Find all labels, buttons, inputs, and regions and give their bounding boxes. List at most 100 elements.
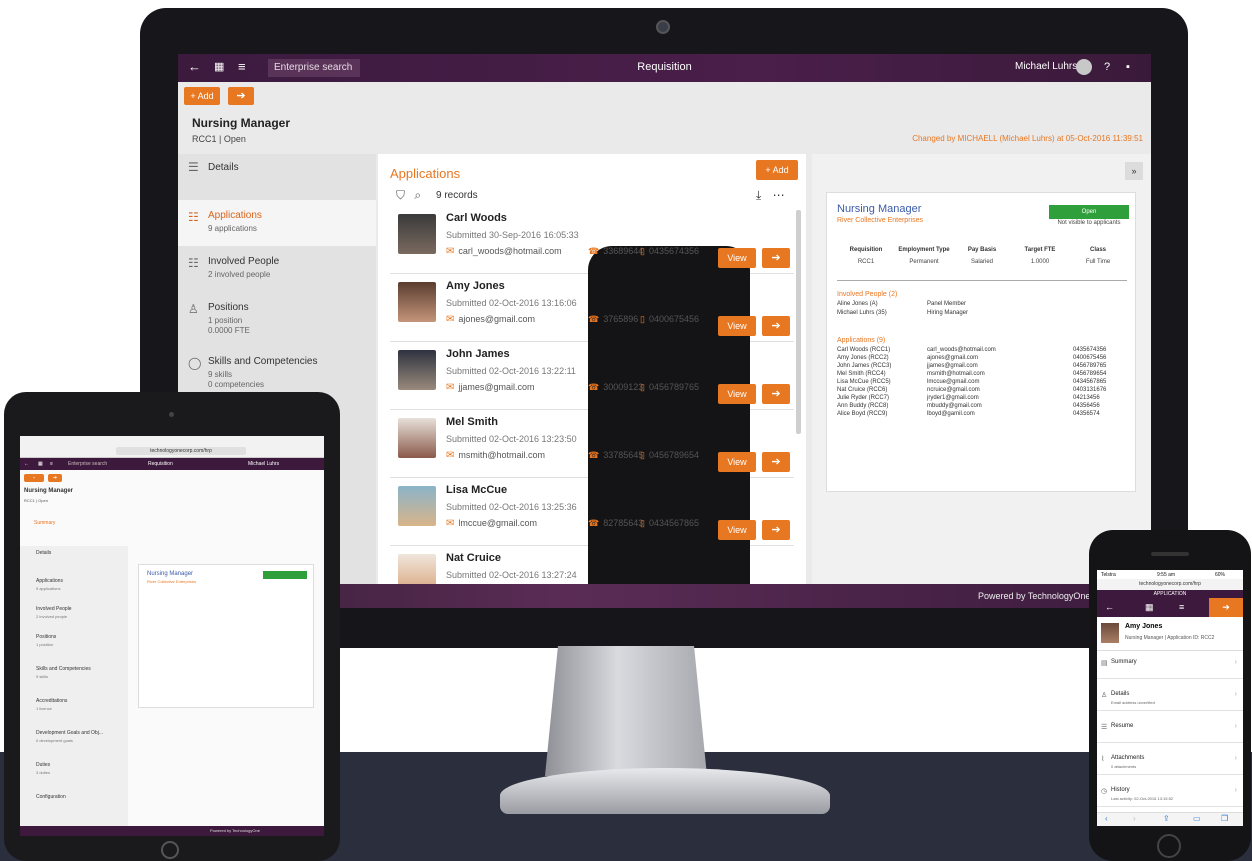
add-button[interactable]: + Add <box>184 87 220 105</box>
forward-button[interactable]: ➔ <box>762 384 790 404</box>
tablet-home-button[interactable] <box>161 841 179 859</box>
summary-app-row: John James (RCC3) jjames@gmail.com 0456789… <box>837 363 1107 369</box>
share-icon[interactable]: ⇪ <box>1163 814 1170 823</box>
tablet-nav-item[interactable]: Duties <box>36 762 50 768</box>
tablet-page-title: Requisition <box>148 461 173 467</box>
view-button[interactable]: View <box>718 384 756 404</box>
apps-grid-icon[interactable]: ▦ <box>1145 602 1154 613</box>
applicant-photo <box>398 418 436 458</box>
tablet-nav-item[interactable]: Involved People <box>36 606 72 612</box>
forward-button[interactable]: ➔ <box>762 520 790 540</box>
phone-home-button[interactable] <box>1157 834 1181 858</box>
applicant-subtitle: Nursing Manager | Application ID: RCC2 <box>1125 635 1215 641</box>
tablet-record-title: Nursing Manager <box>24 488 74 494</box>
view-button[interactable]: View <box>718 520 756 540</box>
applicant-mobile[interactable]: ▯ 0456789765 <box>640 382 699 393</box>
view-button[interactable]: View <box>718 248 756 268</box>
filter-icon[interactable]: ⛉ <box>396 188 405 202</box>
phone-row-details[interactable]: ♙ Details Email address unverified › <box>1097 683 1243 711</box>
hamburger-menu-icon[interactable]: ≡ <box>50 461 53 467</box>
application-card[interactable]: Amy Jones Submitted 02-Oct-2016 13:16:06… <box>390 276 794 608</box>
forward-button[interactable]: ➔ <box>762 316 790 336</box>
phone-row-summary[interactable]: ▤ Summary › <box>1097 651 1243 679</box>
webcam <box>656 20 670 34</box>
applicant-email[interactable]: ✉ msmith@hotmail.com <box>446 450 545 461</box>
sidebar-item-sub: 9 applications <box>208 224 257 233</box>
tablet-url-field[interactable]: technologyonecorp.com/hrp <box>116 447 246 455</box>
email-icon: ✉ <box>446 246 455 257</box>
apps-grid-icon[interactable]: ▦ <box>38 461 43 467</box>
phone-url-bar[interactable]: technologyonecorp.com/hrp <box>1097 579 1243 590</box>
applicant-email[interactable]: ✉ ajones@gmail.com <box>446 314 535 325</box>
tablet-nav-item[interactable]: Positions <box>36 634 56 640</box>
tablet-nav-item[interactable]: Accreditations <box>36 698 67 704</box>
help-icon[interactable]: ? <box>1104 60 1110 74</box>
tablet-summary-document: Nursing Manager River Collective Enterpr… <box>138 564 314 708</box>
sidebar-item-label: Positions <box>208 302 249 313</box>
forward-button[interactable]: ➔ <box>762 452 790 472</box>
back-arrow-icon[interactable]: ← <box>1105 602 1114 612</box>
sidebar-item-involved-people[interactable]: ☷ Involved People 2 involved people <box>178 246 376 292</box>
tablet-url-bar: technologyonecorp.com/hrp <box>20 444 324 458</box>
applicant-mobile[interactable]: ▯ 0400675456 <box>640 314 699 325</box>
applications-panel: Applications + Add ⛉ ⌕ 9 records ⤓ ⋯ Car… <box>378 154 806 608</box>
phone-forward-button[interactable]: ➔ <box>1209 598 1243 617</box>
keyboard-icon[interactable]: ▪ <box>1126 60 1130 74</box>
list-scrollbar[interactable] <box>796 210 801 434</box>
add-application-button[interactable]: + Add <box>756 160 798 180</box>
change-note: Changed by MICHAELL (Michael Luhrs) at 0… <box>912 134 1143 143</box>
tablet-nav-item[interactable]: Details <box>36 550 51 556</box>
view-button[interactable]: View <box>718 316 756 336</box>
tablet-tab-summary[interactable]: Summary <box>34 520 55 526</box>
applicant-email[interactable]: ✉ jjames@gmail.com <box>446 382 535 393</box>
tablet-user-name[interactable]: Michael Luhrs <box>248 461 279 467</box>
tablet-sidebar: Details Applications 9 applications Invo… <box>20 546 128 826</box>
applicant-mobile[interactable]: ▯ 0456789654 <box>640 450 699 461</box>
collapse-panel-button[interactable]: » <box>1125 162 1143 180</box>
tablet-forward-button[interactable]: ➔ <box>48 474 62 482</box>
bookmarks-icon[interactable]: ▭ <box>1193 814 1201 823</box>
phone-row-resume[interactable]: ☰ Resume › <box>1097 715 1243 743</box>
forward-action-button[interactable]: ➔ <box>228 87 254 105</box>
browser-forward-icon[interactable]: › <box>1133 814 1136 823</box>
phone-row-attachments[interactable]: ⌇ Attachments 0 attachments › <box>1097 747 1243 775</box>
phone-row-history[interactable]: ◷ History Last activity: 02-Oct-2016 13:… <box>1097 779 1243 807</box>
tabs-icon[interactable]: ❐ <box>1221 814 1228 823</box>
sidebar-item-details[interactable]: ☰ Details <box>178 154 376 200</box>
applicant-mobile[interactable]: ▯ 0434567865 <box>640 518 699 529</box>
search-icon[interactable]: ⌕ <box>414 188 421 202</box>
more-options-icon[interactable]: ⋯ <box>773 188 785 202</box>
application-card[interactable]: Lisa McCue Submitted 02-Oct-2016 13:25:3… <box>390 480 794 608</box>
applicant-email[interactable]: ✉ lmccue@gmail.com <box>446 518 537 529</box>
applicant-mobile[interactable]: ▯ 0435674356 <box>640 246 699 257</box>
view-button[interactable]: View <box>718 452 756 472</box>
person-icon: ♙ <box>1101 692 1108 699</box>
application-card[interactable]: Carl Woods Submitted 30-Sep-2016 16:05:3… <box>390 208 794 577</box>
application-card[interactable]: Mel Smith Submitted 02-Oct-2016 13:23:50… <box>390 412 794 608</box>
tablet-add-button[interactable]: + <box>24 474 44 482</box>
phone-icon: ☎ <box>588 518 600 528</box>
applicant-name: Carl Woods <box>446 212 507 224</box>
sidebar-item-positions[interactable]: ♙ Positions 1 position 0.0000 FTE <box>178 292 376 344</box>
sidebar-item-applications[interactable]: ☷ Applications 9 applications <box>178 200 376 246</box>
email-icon: ✉ <box>446 518 455 529</box>
applicant-email[interactable]: ✉ carl_woods@hotmail.com <box>446 246 562 257</box>
document-icon: ▤ <box>1101 660 1108 667</box>
user-name[interactable]: Michael Luhrs <box>1015 61 1077 72</box>
forward-button[interactable]: ➔ <box>762 248 790 268</box>
download-icon[interactable]: ⤓ <box>756 188 761 202</box>
tablet-nav-item[interactable]: Skills and Competencies <box>36 666 91 672</box>
tablet-search-input[interactable]: Enterprise search <box>68 461 107 467</box>
browser-back-icon[interactable]: ‹ <box>1105 814 1108 823</box>
sidebar-item-skills[interactable]: ◯ Skills and Competencies 9 skills 0 com… <box>178 346 376 398</box>
tablet-nav-item[interactable]: Development Goals and Obj... <box>36 730 103 736</box>
summary-app-row: Amy Jones (RCC2) ajones@gmail.com 04006754… <box>837 355 1107 361</box>
tablet-nav-item[interactable]: Configuration <box>36 794 66 800</box>
application-card[interactable]: John James Submitted 02-Oct-2016 13:22:1… <box>390 344 794 608</box>
user-avatar[interactable] <box>1076 59 1092 75</box>
tablet-nav-item[interactable]: Applications <box>36 578 63 584</box>
status-note: Not visible to applicants <box>1057 220 1121 226</box>
resume-icon: ☰ <box>1101 724 1108 731</box>
hamburger-menu-icon[interactable]: ≡ <box>1179 602 1184 612</box>
back-arrow-icon[interactable]: ← <box>24 461 29 467</box>
